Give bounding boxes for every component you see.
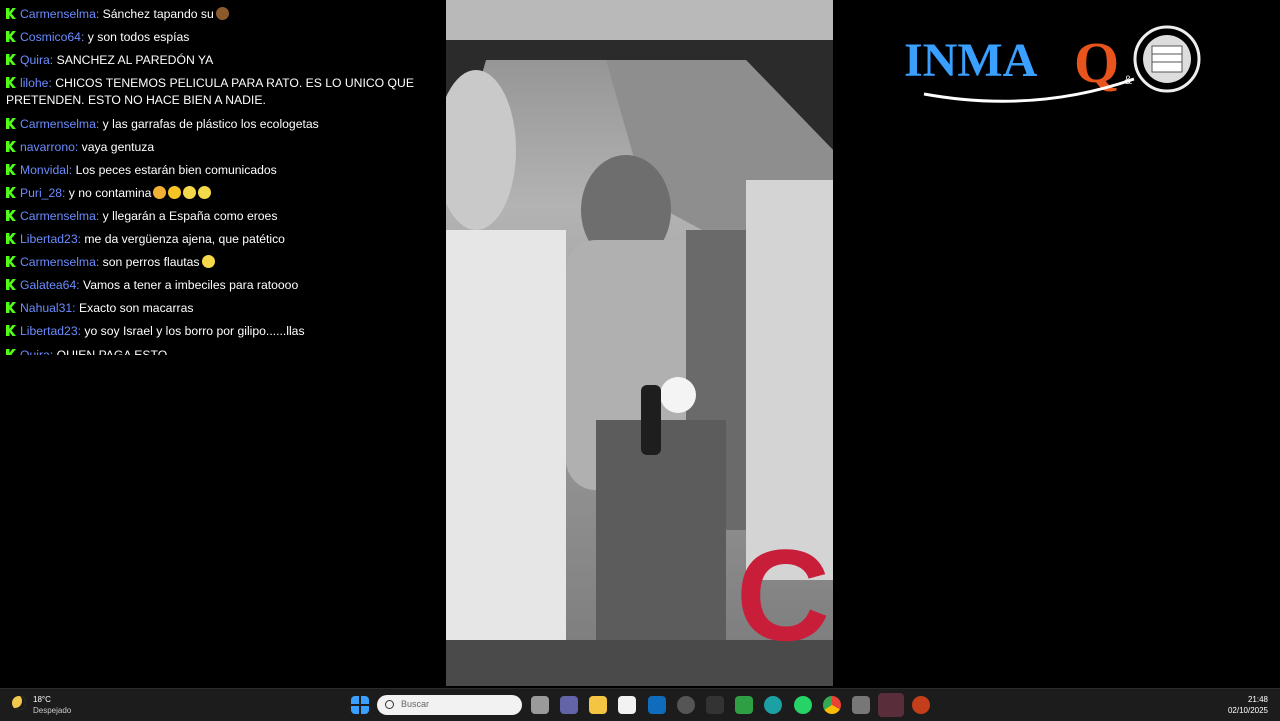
chat-message: Carmenselma: y llegarán a España como er… [6,208,426,225]
chat-message: Quira: QUIEN PAGA ESTO [6,347,426,355]
chat-message: Quira: SANCHEZ AL PAREDÓN YA [6,52,426,69]
chat-message: Libertad23: me da vergüenza ajena, que p… [6,231,426,248]
search-icon [385,700,394,709]
chat-text: y son todos espías [87,30,190,44]
weather-temp: 18°C [33,695,51,704]
chat-text: CHICOS TENEMOS PELICULA PARA RATO. ES LO… [6,76,414,107]
kick-badge-icon [6,210,16,221]
poop-icon [215,7,229,20]
edge-icon[interactable] [764,696,782,714]
file-explorer-icon[interactable] [589,696,607,714]
weather-widget[interactable]: 18°C Despejado [12,693,92,717]
whatsapp-icon[interactable] [794,696,812,714]
chat-message: Monvidal: Los peces estarán bien comunic… [6,162,426,179]
kick-badge-icon [6,233,16,244]
microsoft-store-icon[interactable] [618,696,636,714]
kick-badge-icon [6,141,16,152]
kick-badge-icon [6,77,16,88]
chat-username[interactable]: Carmenselma: [20,117,99,131]
chat-text: yo soy Israel y los borro por gilipo....… [84,324,305,338]
person-shrug-icon [153,186,167,199]
chat-text: Los peces estarán bien comunicados [75,163,277,177]
kick-badge-icon [6,54,16,65]
task-view-icon[interactable] [531,696,549,714]
chat-username[interactable]: navarrono: [20,140,78,154]
moon-icon [12,696,26,710]
logo-text: INMA [904,34,1038,87]
chat-text: y llegarán a España como eroes [102,209,278,223]
teams-icon[interactable] [560,696,578,714]
app-icon-active[interactable] [878,693,904,717]
chat-message: Puri_28: y no contamina [6,185,426,202]
search-box[interactable]: Buscar [377,695,522,715]
chat-username[interactable]: Puri_28: [20,186,65,200]
chat-username[interactable]: Cosmico64: [20,30,84,44]
app-icon-green[interactable] [735,696,753,714]
chat-text: Sánchez tapando su [102,7,214,21]
kick-badge-icon [6,31,16,42]
chat-text: me da vergüenza ajena, que patético [84,232,285,246]
app-icon-2[interactable] [706,696,724,714]
chat-username[interactable]: Quira: [20,348,53,355]
chat-message: Galatea64: Vamos a tener a imbeciles par… [6,277,426,294]
chat-message: Carmenselma: son perros flautas [6,254,426,271]
search-placeholder: Buscar [401,699,430,709]
chat-message: Cosmico64: y son todos espías [6,29,426,46]
kick-badge-icon [6,118,16,129]
chat-text: vaya gentuza [81,140,155,154]
watermark-c: C [736,522,830,668]
chat-username[interactable]: Carmenselma: [20,7,99,21]
chat-text: son perros flautas [102,255,200,269]
windows-start-icon[interactable] [351,696,369,714]
chat-username[interactable]: lilohe: [20,76,52,90]
clock-date: 02/10/2025 [1227,706,1268,715]
chat-message: Carmenselma: Sánchez tapando su [6,6,426,23]
kick-badge-icon [6,279,16,290]
kick-badge-icon [6,8,16,19]
inmaq-logo: INMA Q & [904,24,1204,104]
rofl-icon [198,186,212,199]
chat-message: Carmenselma: y las garrafas de plástico … [6,116,426,133]
chat-panel: Carmenselma: Sánchez tapando su Cosmico64… [0,0,440,355]
chat-text: y las garrafas de plástico los ecologeta… [102,117,319,131]
kick-badge-icon [6,325,16,336]
chat-message: lilohe: CHICOS TENEMOS PELICULA PARA RAT… [6,75,426,109]
chat-text: Vamos a tener a imbeciles para ratoooo [83,278,299,292]
chat-username[interactable]: Libertad23: [20,324,81,338]
clock[interactable]: 21:48 02/10/2025 [1228,694,1268,716]
chat-username[interactable]: Galatea64: [20,278,80,292]
chat-username[interactable]: Nahual31: [20,301,76,315]
taskbar: 18°C Despejado Buscar 21:48 02/10/2025 [0,688,1280,721]
video-frame[interactable]: C [446,0,833,686]
chrome-icon[interactable] [823,696,841,714]
weather-desc: Despejado [33,706,72,715]
chat-message: Libertad23: yo soy Israel y los borro po… [6,323,426,340]
kick-badge-icon [6,187,16,198]
chat-text: Exacto son macarras [78,301,194,315]
app-icon-3[interactable] [852,696,870,714]
chat-username[interactable]: Carmenselma: [20,209,99,223]
chat-text: SANCHEZ AL PAREDÓN YA [56,53,214,67]
chat-message: navarrono: vaya gentuza [6,139,426,156]
app-icon[interactable] [677,696,695,714]
grin-icon [168,186,182,199]
chat-username[interactable]: Carmenselma: [20,255,99,269]
outlook-icon[interactable] [648,696,666,714]
rofl-icon [183,186,197,199]
chat-username[interactable]: Quira: [20,53,53,67]
clock-time: 21:48 [1247,695,1268,704]
kick-badge-icon [6,302,16,313]
chat-username[interactable]: Libertad23: [20,232,81,246]
powerpoint-icon[interactable] [912,696,930,714]
chat-username[interactable]: Monvidal: [20,163,72,177]
chat-text: y no contamina [68,186,152,200]
kick-badge-icon [6,164,16,175]
rofl-icon [201,255,215,268]
chat-text: QUIEN PAGA ESTO [56,348,168,355]
kick-badge-icon [6,256,16,267]
chat-message: Nahual31: Exacto son macarras [6,300,426,317]
kick-badge-icon [6,349,16,355]
